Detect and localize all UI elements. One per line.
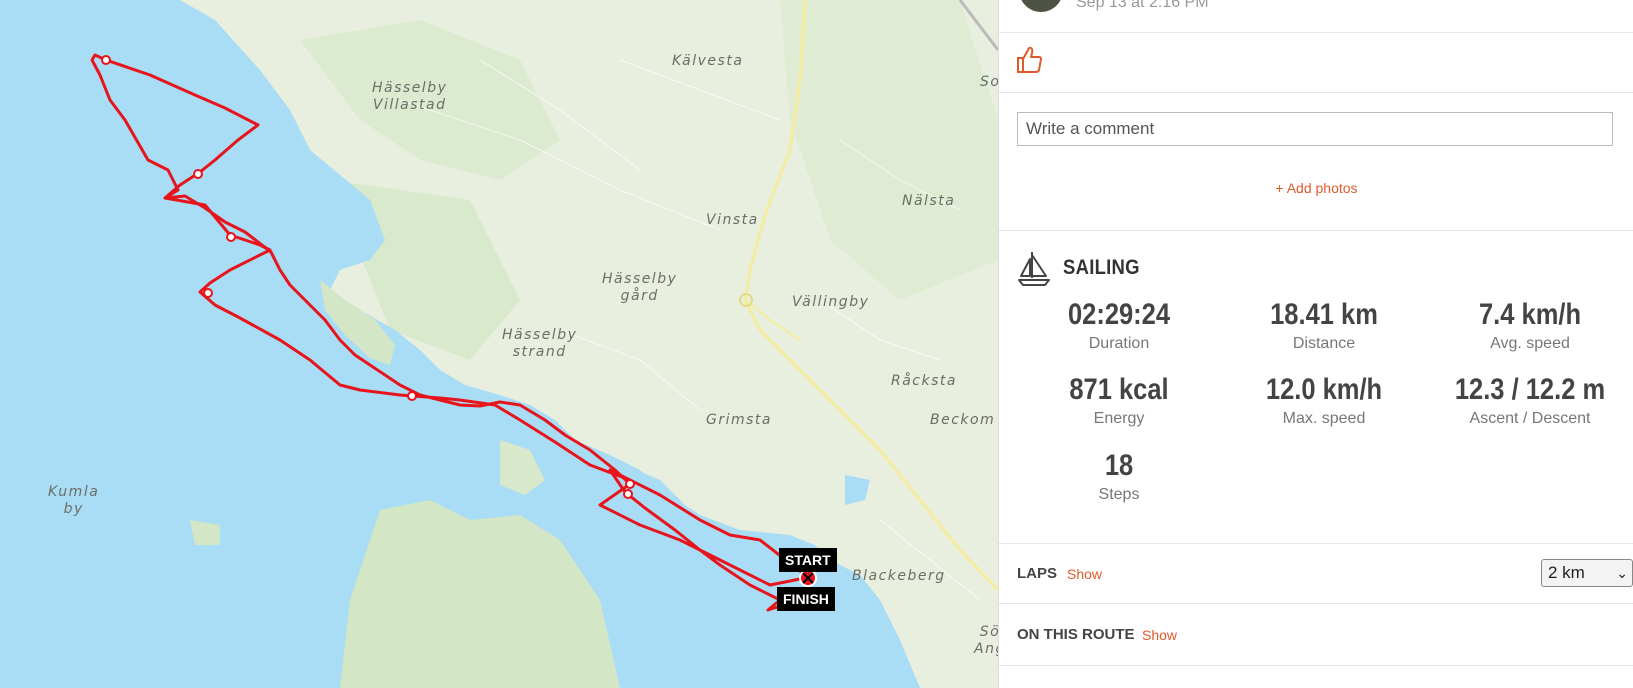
like-thumb-icon[interactable] [1015, 45, 1043, 80]
stat-value: 12.3 / 12.2 m [1454, 373, 1606, 406]
like-bar [999, 32, 1633, 93]
on-route-label: ON THIS ROUTE [1017, 626, 1135, 643]
add-photos-link[interactable]: + Add photos [999, 180, 1633, 196]
on-route-show-link[interactable]: Show [1142, 627, 1177, 643]
place-label-nalsta: Nälsta [902, 193, 956, 209]
divider [999, 543, 1633, 544]
lap-distance-value: 2 km [1548, 563, 1585, 582]
stat-max-speed: 12.0 km/h Max. speed [1224, 373, 1424, 428]
place-label-hasselby-gard: Hässelby gård [602, 271, 678, 304]
lap-distance-select[interactable]: 2 km ⌄ [1541, 559, 1633, 587]
place-label-kalvesta: Kälvesta [672, 53, 744, 69]
comment-input[interactable] [1017, 112, 1613, 146]
map-canvas[interactable] [0, 0, 998, 688]
stat-ascent-descent: 12.3 / 12.2 m Ascent / Descent [1430, 373, 1630, 428]
stat-label: Max. speed [1282, 410, 1366, 427]
stat-steps: 18 Steps [1019, 449, 1219, 504]
divider [999, 603, 1633, 604]
stat-value: 871 kcal [1069, 373, 1169, 406]
place-label-beckom: Beckom [930, 412, 996, 428]
avatar[interactable] [1019, 0, 1063, 12]
place-label-kumla-by: Kumla by [48, 484, 100, 517]
stat-value: 18.41 km [1270, 298, 1378, 331]
stat-value: 18 [1104, 449, 1134, 482]
stat-label: Duration [1088, 335, 1150, 352]
divider [999, 230, 1633, 231]
route-map[interactable]: Kälvesta Hässelby Villastad Nälsta Vinsta… [0, 0, 998, 688]
place-label-so-bottom: SöAng [974, 624, 998, 657]
place-label-so-top: So [980, 74, 998, 90]
place-label-rackstad: Råcksta [891, 373, 957, 389]
activity-timestamp: Sep 13 at 2:16 PM [1076, 0, 1209, 11]
place-label-vallingby: Vällingby [792, 294, 870, 310]
sailboat-icon [1017, 250, 1051, 293]
stat-label: Distance [1292, 335, 1356, 352]
place-label-vinsta: Vinsta [706, 212, 759, 228]
stat-distance: 18.41 km Distance [1224, 298, 1424, 353]
stat-duration: 02:29:24 Duration [1019, 298, 1219, 353]
laps-label: LAPS [1017, 565, 1058, 582]
chevron-down-icon: ⌄ [1616, 565, 1628, 581]
stat-value: 7.4 km/h [1478, 298, 1582, 331]
stat-label: Ascent / Descent [1469, 410, 1591, 427]
sport-title: SAILING [1063, 256, 1140, 279]
stat-energy: 871 kcal Energy [1019, 373, 1219, 428]
finish-flag: FINISH [777, 587, 835, 611]
stat-avg-speed: 7.4 km/h Avg. speed [1430, 298, 1630, 353]
place-label-blackeberg: Blackeberg [852, 568, 946, 584]
start-flag: START [779, 548, 837, 572]
stat-label: Energy [1093, 410, 1145, 427]
place-label-hasselby-villastad: Hässelby Villastad [372, 80, 448, 113]
divider [999, 665, 1633, 666]
laps-show-link[interactable]: Show [1067, 566, 1102, 582]
activity-header: Sep 13 at 2:16 PM [999, 0, 1633, 33]
activity-panel: Sep 13 at 2:16 PM + Add photos SAILING 0… [998, 0, 1633, 688]
stat-label: Avg. speed [1490, 335, 1570, 352]
stat-value: 02:29:24 [1067, 298, 1171, 331]
stat-label: Steps [1098, 486, 1140, 503]
place-label-hasselby-strand: Hässelby strand [502, 327, 578, 360]
place-label-grimsta: Grimsta [706, 412, 772, 428]
stat-value: 12.0 km/h [1265, 373, 1383, 406]
start-finish-marker [799, 569, 817, 587]
